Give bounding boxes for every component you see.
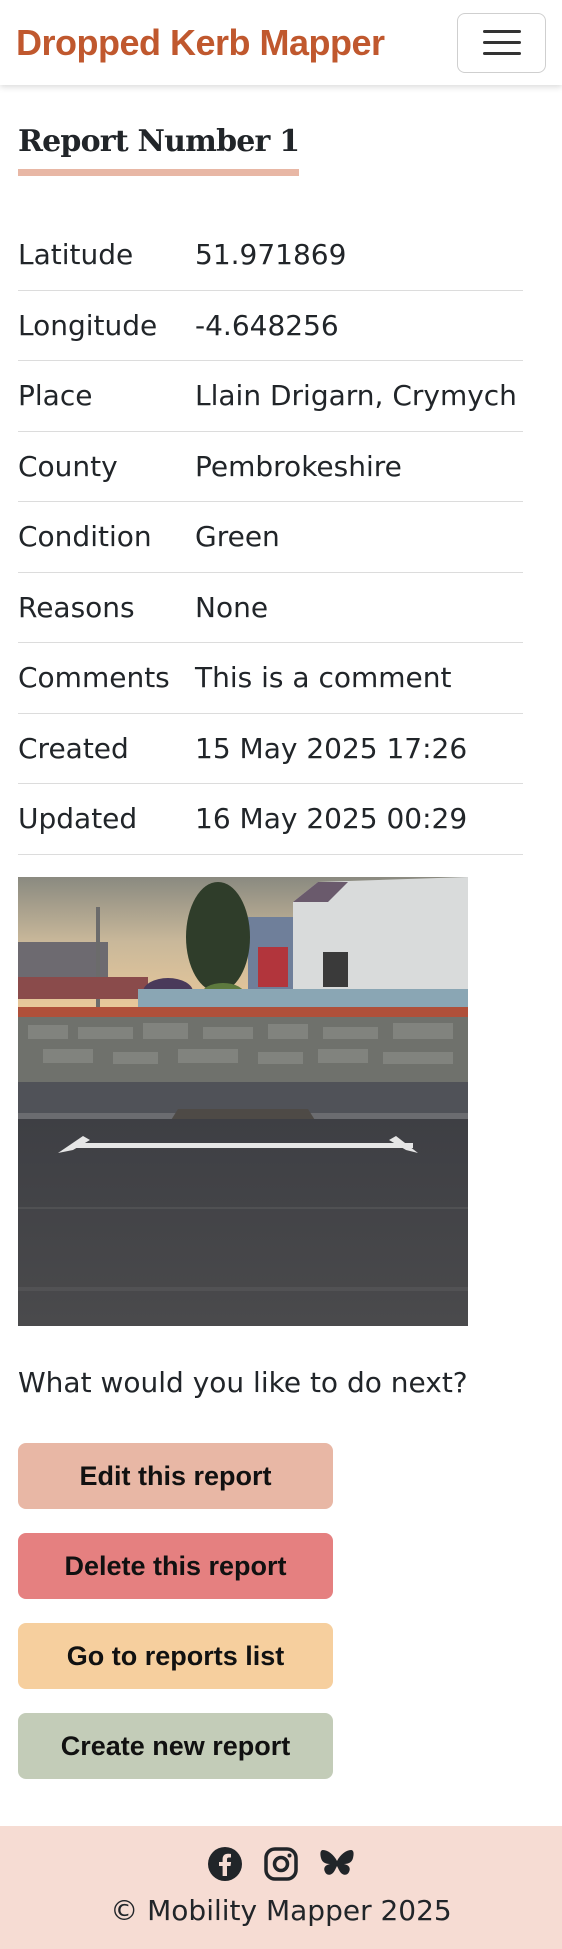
detail-value: Llain Drigarn, Crymych (195, 379, 517, 413)
brand-logo-text[interactable]: Dropped Kerb Mapper (16, 22, 385, 64)
social-links (207, 1844, 355, 1884)
hamburger-menu-icon-bar (482, 30, 521, 33)
facebook-icon[interactable] (207, 1846, 243, 1882)
detail-label: Condition (18, 520, 152, 554)
detail-row-county: County Pembrokeshire (18, 432, 523, 502)
detail-row-place: Place Llain Drigarn, Crymych (18, 361, 523, 432)
footer: © Mobility Mapper 2025 (0, 1826, 562, 1949)
hamburger-menu-icon-bar (482, 41, 521, 44)
detail-label: Comments (18, 661, 170, 695)
detail-row-comments: Comments This is a comment (18, 643, 523, 714)
detail-label: Latitude (18, 238, 134, 272)
bluesky-icon[interactable] (319, 1846, 355, 1882)
detail-label: Created (18, 731, 129, 765)
detail-value: 15 May 2025 17:26 (195, 731, 468, 765)
detail-label: Reasons (18, 590, 135, 624)
detail-value: None (195, 590, 269, 624)
hamburger-menu-button[interactable] (457, 12, 546, 73)
detail-value: -4.648256 (195, 308, 339, 342)
detail-row-condition: Condition Green (18, 502, 523, 573)
detail-label: Updated (18, 802, 138, 836)
detail-row-updated: Updated 16 May 2025 00:29 (18, 784, 523, 855)
report-photo-image (18, 877, 468, 1326)
detail-label: County (18, 449, 118, 483)
next-action-prompt: What would you like to do next? (18, 1366, 468, 1399)
detail-value: 16 May 2025 00:29 (195, 802, 468, 836)
detail-row-latitude: Latitude 51.971869 (18, 220, 523, 291)
report-details-table: Latitude 51.971869 Longitude -4.648256 P… (18, 220, 523, 855)
detail-row-longitude: Longitude -4.648256 (18, 291, 523, 361)
delete-report-button[interactable]: Delete this report (18, 1533, 333, 1599)
navbar: Dropped Kerb Mapper (0, 0, 562, 85)
reports-list-button[interactable]: Go to reports list (18, 1623, 333, 1689)
detail-value: This is a comment (195, 661, 452, 695)
instagram-icon[interactable] (263, 1846, 299, 1882)
detail-label: Longitude (18, 308, 158, 342)
report-photo (18, 877, 468, 1326)
copyright-text: © Mobility Mapper 2025 (110, 1894, 452, 1927)
page-title: Report Number 1 (18, 124, 300, 176)
detail-row-reasons: Reasons None (18, 573, 523, 643)
hamburger-menu-icon-bar (482, 52, 521, 55)
create-report-button[interactable]: Create new report (18, 1713, 333, 1779)
detail-value: Green (195, 520, 280, 554)
detail-value: 51.971869 (195, 238, 347, 272)
edit-report-button[interactable]: Edit this report (18, 1443, 333, 1509)
detail-value: Pembrokeshire (195, 449, 402, 483)
detail-row-created: Created 15 May 2025 17:26 (18, 714, 523, 784)
detail-label: Place (18, 379, 93, 413)
